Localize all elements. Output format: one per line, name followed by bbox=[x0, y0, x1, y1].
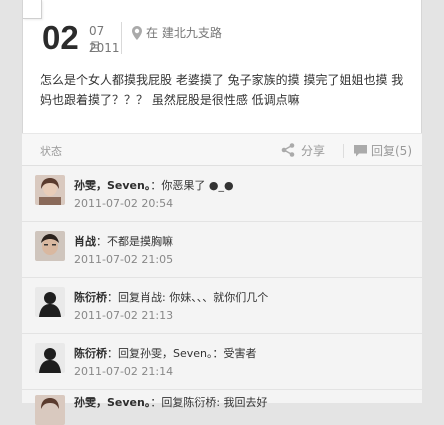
avatar[interactable] bbox=[35, 175, 65, 205]
comment-item: 孙雯，Seven。：回复陈衍桥: 我回去好 bbox=[22, 390, 422, 425]
comment-body: 回复孙雯，Seven。：受害者 bbox=[118, 347, 257, 360]
post-day: 02 bbox=[42, 19, 79, 56]
post-year: 2011 bbox=[89, 41, 120, 55]
comment-separator: ： bbox=[150, 179, 162, 192]
comment-time: 2011-07-02 20:54 bbox=[74, 197, 174, 210]
status-link[interactable]: 状态 bbox=[40, 143, 62, 159]
date-divider bbox=[121, 22, 122, 54]
comment-item: 肖战：不都是摸胸嘛 2011-07-02 21:05 bbox=[22, 222, 422, 278]
comment-separator: ： bbox=[96, 235, 107, 248]
share-button[interactable]: 分享 bbox=[301, 142, 325, 159]
comment-separator: ： bbox=[107, 291, 118, 304]
action-divider bbox=[343, 144, 344, 158]
reply-icon[interactable] bbox=[353, 143, 368, 162]
avatar[interactable] bbox=[35, 287, 65, 317]
comment-text: 孙雯，Seven。：你恶果了 ●_● bbox=[74, 177, 234, 193]
avatar[interactable] bbox=[35, 343, 65, 373]
comment-separator: ： bbox=[107, 347, 118, 360]
post-content: 怎么是个女人都摸我屁股 老婆摸了 兔子家族的摸 摸完了姐姐也摸 我妈也跟着摸了？… bbox=[40, 73, 404, 107]
card-corner-fold bbox=[23, 0, 42, 19]
avatar[interactable] bbox=[35, 231, 65, 261]
comment-text: 陈衍桥：回复肖战: 你妹、、、就你们几个 bbox=[74, 289, 268, 305]
comment-time: 2011-07-02 21:05 bbox=[74, 253, 174, 266]
comment-author[interactable]: 陈衍桥 bbox=[74, 291, 107, 304]
reply-button[interactable]: 回复(5) bbox=[371, 142, 412, 159]
comment-text: 孙雯，Seven。：回复陈衍桥: 我回去好 bbox=[74, 394, 268, 410]
location-pin-icon bbox=[132, 25, 142, 44]
comment-body: 回复肖战: 你妹、、、就你们几个 bbox=[118, 291, 269, 304]
comment-item: 孙雯，Seven。：你恶果了 ●_● 2011-07-02 20:54 bbox=[22, 166, 422, 222]
comment-body: 你恶果了 ●_● bbox=[161, 179, 234, 192]
comment-item: 陈衍桥：回复孙雯，Seven。：受害者 2011-07-02 21:14 bbox=[22, 334, 422, 390]
comment-time: 2011-07-02 21:13 bbox=[74, 309, 174, 322]
comment-author[interactable]: 陈衍桥 bbox=[74, 347, 107, 360]
comment-author[interactable]: 肖战 bbox=[74, 235, 96, 248]
comment-body: 不都是摸胸嘛 bbox=[107, 235, 173, 248]
avatar[interactable] bbox=[35, 395, 65, 425]
comment-author[interactable]: 孙雯，Seven。 bbox=[74, 179, 150, 192]
share-icon[interactable] bbox=[280, 142, 296, 162]
comment-text: 肖战：不都是摸胸嘛 bbox=[74, 233, 173, 249]
post-action-bar: 状态 分享 回复(5) bbox=[22, 133, 422, 166]
post-location[interactable]: 在 建北九支路 bbox=[146, 24, 222, 41]
comment-time: 2011-07-02 21:14 bbox=[74, 365, 174, 378]
comment-text: 陈衍桥：回复孙雯，Seven。：受害者 bbox=[74, 345, 257, 361]
comment-item: 陈衍桥：回复肖战: 你妹、、、就你们几个 2011-07-02 21:13 bbox=[22, 278, 422, 334]
